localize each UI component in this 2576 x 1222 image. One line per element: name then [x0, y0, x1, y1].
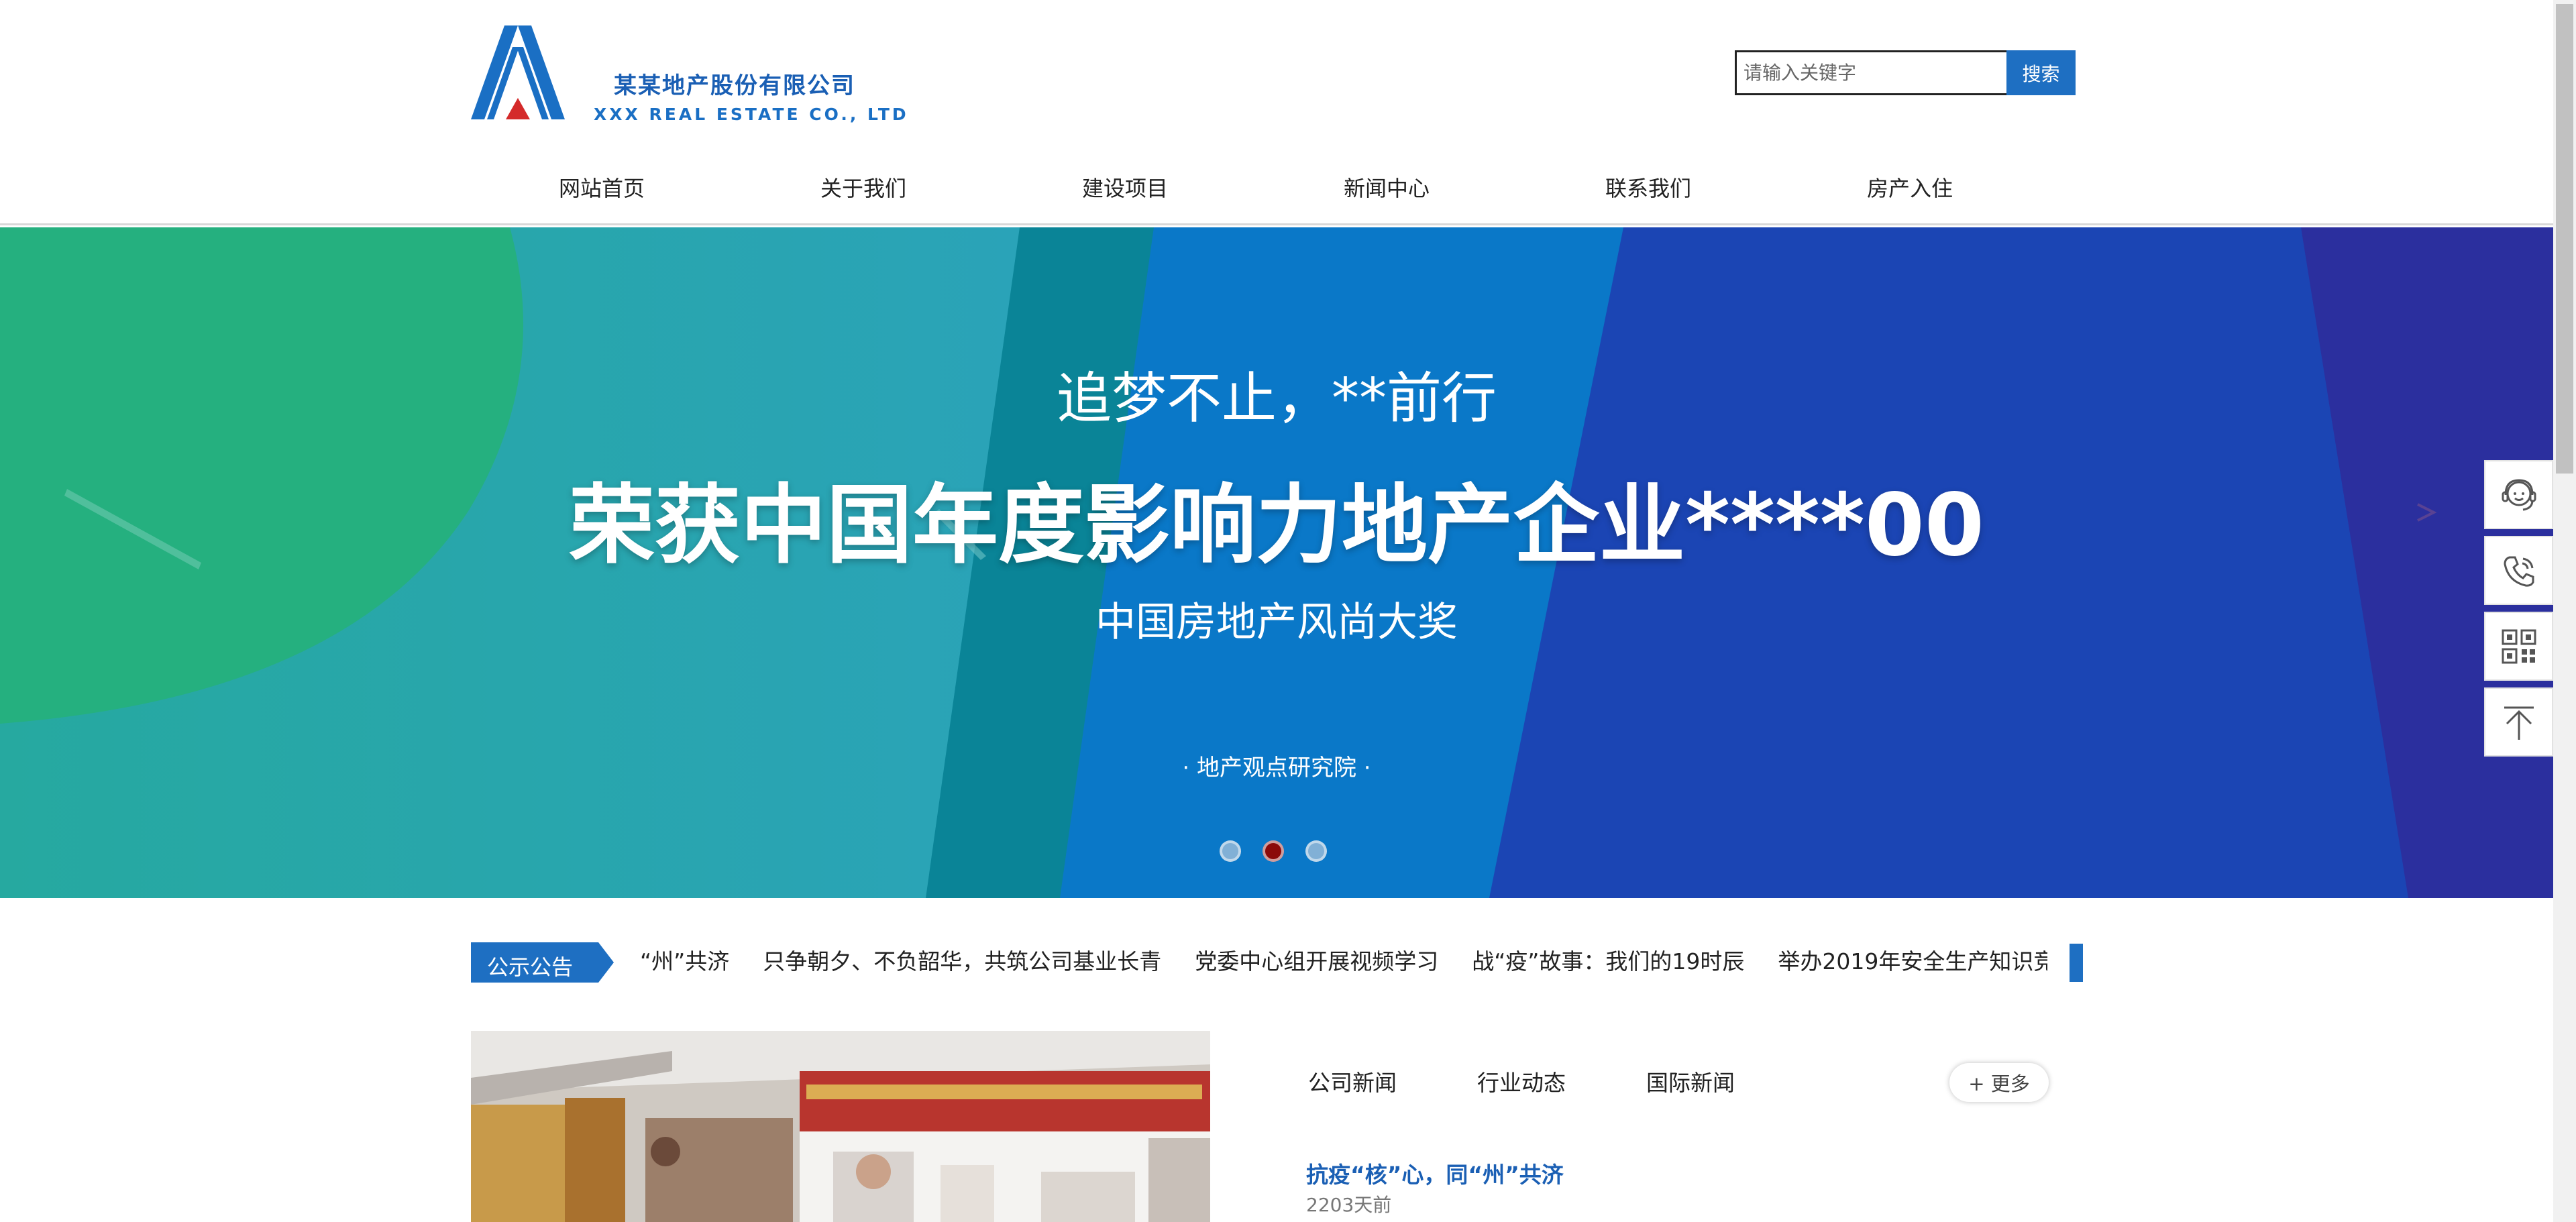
nav-item-about[interactable]: 关于我们: [733, 165, 994, 212]
notice-item[interactable]: 战“疫”故事：我们的19时辰: [1472, 940, 1744, 983]
logo[interactable]: 某某地产股份有限公司 XXX REAL ESTATE CO., LTD: [471, 24, 906, 124]
search-button[interactable]: 搜索: [2006, 50, 2076, 95]
slide-dot[interactable]: [1305, 840, 1327, 862]
banner-source: · 地产观点研究院 ·: [1182, 755, 1371, 781]
triangle-a-logo-icon: [471, 25, 565, 119]
site-header: 某某地产股份有限公司 XXX REAL ESTATE CO., LTD 搜索 网…: [0, 0, 2553, 225]
page: 某某地产股份有限公司 XXX REAL ESTATE CO., LTD 搜索 网…: [0, 0, 2576, 1222]
tab-company-news[interactable]: 公司新闻: [1308, 1066, 1397, 1100]
hero-banner[interactable]: 追梦不止，**前行 荣获中国年度影响力地产企业****00 中国房地产风尚大奖 …: [0, 227, 2553, 898]
customer-service-icon: [2502, 478, 2536, 510]
back-to-top-icon: [2504, 706, 2534, 740]
banner-subtitle: 中国房地产风尚大奖: [1095, 599, 1458, 646]
meeting-room-photo: [471, 1031, 1210, 1222]
qr-code-icon: [2502, 629, 2536, 663]
banner-headline: 荣获中国年度影响力地产企业****00: [569, 476, 1984, 575]
nav-item-projects[interactable]: 建设项目: [994, 165, 1256, 212]
notice-track: “州”共济 只争朝夕、不负韶华，共筑公司基业长青 党委中心组开展视频学习 战“疫…: [640, 940, 2518, 983]
nav-item-residence[interactable]: 房产入住: [1779, 165, 2041, 212]
tab-international-news[interactable]: 国际新闻: [1646, 1066, 1735, 1100]
notice-item[interactable]: “州”共济: [640, 940, 729, 983]
nav-item-contact[interactable]: 联系我们: [1517, 165, 1779, 212]
nav-item-home[interactable]: 网站首页: [471, 165, 733, 212]
notice-item[interactable]: 党委中心组开展视频学习: [1195, 940, 1438, 983]
company-name-en: XXX REAL ESTATE CO., LTD: [594, 105, 909, 124]
news-photo[interactable]: [471, 1031, 1210, 1222]
notice-item[interactable]: 举办2019年安全生产知识竞赛: [1778, 940, 2078, 983]
floating-toolbar: [2484, 460, 2553, 763]
news-tabs: 公司新闻 行业动态 国际新闻: [1308, 1066, 1815, 1100]
customer-service-button[interactable]: [2484, 460, 2553, 529]
slide-dot-active[interactable]: [1263, 840, 1284, 862]
tab-industry-news[interactable]: 行业动态: [1477, 1066, 1566, 1100]
banner-slogan: 追梦不止，**前行: [1056, 367, 1497, 431]
news-date: 2203天前: [1306, 1194, 1392, 1216]
qr-code-button[interactable]: [2484, 612, 2553, 681]
company-name-cn: 某某地产股份有限公司: [614, 72, 855, 99]
chevron-right-icon[interactable]: [2412, 499, 2439, 526]
slide-dot[interactable]: [1220, 840, 1241, 862]
notice-item[interactable]: 只争朝夕、不负韶华，共筑公司基业长青: [763, 940, 1161, 983]
notice-end-marker: [2070, 944, 2083, 982]
search-input[interactable]: [1735, 50, 2006, 95]
page-scrollbar[interactable]: [2553, 0, 2576, 1222]
main-nav: 网站首页 关于我们 建设项目 新闻中心 联系我们 房产入住: [471, 165, 2076, 212]
more-button[interactable]: + 更多: [1949, 1063, 2049, 1102]
notice-label: 公示公告: [471, 942, 614, 983]
back-to-top-button[interactable]: [2484, 687, 2553, 757]
slide-indicators: [1220, 840, 1327, 862]
notice-ticker: 公示公告 “州”共济 只争朝夕、不负韶华，共筑公司基业长青 党委中心组开展视频学…: [471, 940, 2114, 983]
phone-button[interactable]: [2484, 536, 2553, 605]
phone-icon: [2503, 556, 2534, 587]
nav-item-news[interactable]: 新闻中心: [1256, 165, 1517, 212]
news-headline[interactable]: 抗疫“核”心，同“州”共济: [1306, 1157, 1564, 1189]
scrollbar-thumb[interactable]: [2556, 4, 2573, 474]
search-box: 搜索: [1735, 50, 2076, 95]
